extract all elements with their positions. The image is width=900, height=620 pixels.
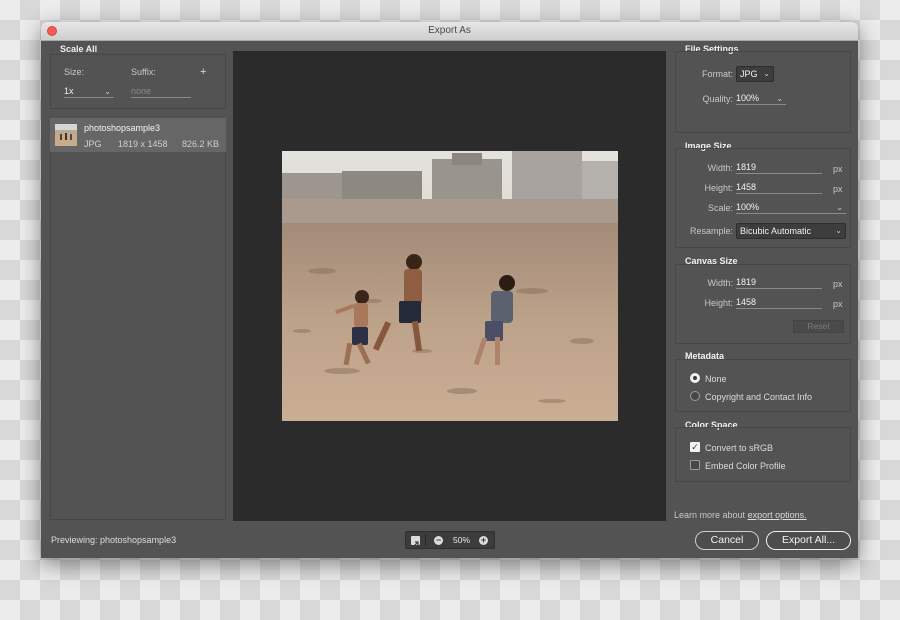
export-all-button[interactable]: Export All...	[766, 531, 851, 550]
asset-format: JPG	[84, 139, 102, 149]
suffix-placeholder: none	[131, 86, 152, 96]
zoom-in-icon[interactable]: +	[479, 536, 488, 545]
resample-value: Bicubic Automatic	[740, 226, 812, 236]
format-select[interactable]: JPG ⌄	[736, 66, 774, 82]
asset-dimensions: 1819 x 1458	[118, 139, 168, 149]
size-label: Size:	[64, 67, 85, 77]
window-title: Export As	[428, 25, 471, 36]
metadata-group	[675, 359, 851, 412]
resample-label: Resample:	[689, 226, 733, 236]
convert-srgb-checkbox[interactable]: ✓	[690, 442, 700, 452]
embed-profile-checkbox[interactable]	[690, 460, 700, 470]
zoom-divider	[425, 534, 426, 546]
convert-srgb-label: Convert to sRGB	[705, 443, 774, 453]
quality-select[interactable]: 100% ⌄	[736, 93, 786, 105]
zoom-level: 50%	[453, 535, 471, 545]
image-width-unit: px	[833, 164, 843, 174]
resample-select[interactable]: Bicubic Automatic ⌄	[736, 223, 846, 239]
reset-button[interactable]: Reset	[793, 320, 844, 333]
export-as-dialog: Export As Scale All Size: Suffix: + 1x ⌄…	[41, 22, 858, 558]
image-width-input[interactable]: 1819	[736, 162, 822, 174]
image-width-label: Width:	[707, 163, 733, 173]
fit-view-icon[interactable]	[411, 536, 420, 548]
scale-all-group	[50, 54, 226, 109]
suffix-input[interactable]: none	[131, 86, 191, 98]
canvas-height-input[interactable]: 1458	[736, 297, 822, 309]
asset-name: photoshopsample3	[84, 123, 161, 133]
image-height-input[interactable]: 1458	[736, 182, 822, 194]
size-value: 1x	[64, 86, 74, 96]
metadata-copyright-label: Copyright and Contact Info	[705, 392, 813, 402]
chevron-down-icon: ⌄	[763, 69, 770, 78]
metadata-copyright-radio[interactable]	[690, 391, 700, 401]
metadata-none-label: None	[705, 374, 727, 384]
asset-thumbnail	[55, 124, 77, 146]
chevron-down-icon: ⌄	[836, 203, 843, 212]
metadata-none-radio[interactable]	[690, 373, 700, 383]
file-settings-group	[675, 51, 851, 133]
scale-select[interactable]: 100% ⌄	[736, 202, 846, 214]
size-select[interactable]: 1x ⌄	[64, 86, 114, 98]
scale-all-heading: Scale All	[60, 44, 98, 54]
scale-label: Scale:	[707, 203, 733, 213]
learn-more-text: Learn more about export options.	[674, 510, 807, 520]
assets-list	[50, 118, 226, 520]
learn-more-prefix: Learn more about	[674, 510, 746, 520]
canvas-height-unit: px	[833, 299, 843, 309]
format-label: Format:	[701, 69, 733, 79]
preview-image	[282, 151, 618, 421]
cancel-button[interactable]: Cancel	[695, 531, 759, 550]
canvas-width-input[interactable]: 1819	[736, 277, 822, 289]
image-height-unit: px	[833, 184, 843, 194]
zoom-out-icon[interactable]: −	[434, 536, 443, 545]
export-options-link[interactable]: export options.	[748, 510, 807, 520]
quality-value: 100%	[736, 93, 760, 103]
chevron-down-icon: ⌄	[835, 226, 842, 235]
format-value: JPG	[740, 69, 758, 79]
scale-value: 100%	[736, 202, 760, 212]
canvas-width-unit: px	[833, 279, 843, 289]
add-scale-button[interactable]: +	[200, 66, 206, 78]
zoom-controls: − 50% +	[405, 531, 495, 549]
suffix-label: Suffix:	[131, 67, 156, 77]
chevron-down-icon: ⌄	[104, 87, 111, 96]
preview-canvas[interactable]	[233, 51, 666, 521]
chevron-down-icon: ⌄	[776, 94, 783, 103]
embed-profile-label: Embed Color Profile	[705, 461, 786, 471]
canvas-width-label: Width:	[707, 278, 733, 288]
asset-row[interactable]: photoshopsample3 JPG 1819 x 1458 826.2 K…	[50, 118, 226, 152]
previewing-label: Previewing: photoshopsample3	[51, 535, 177, 545]
color-space-group	[675, 427, 851, 482]
asset-file-size: 826.2 KB	[182, 139, 220, 149]
title-bar: Export As	[41, 22, 858, 41]
quality-label: Quality:	[702, 94, 733, 104]
image-height-label: Height:	[704, 183, 733, 193]
canvas-height-label: Height:	[704, 298, 733, 308]
